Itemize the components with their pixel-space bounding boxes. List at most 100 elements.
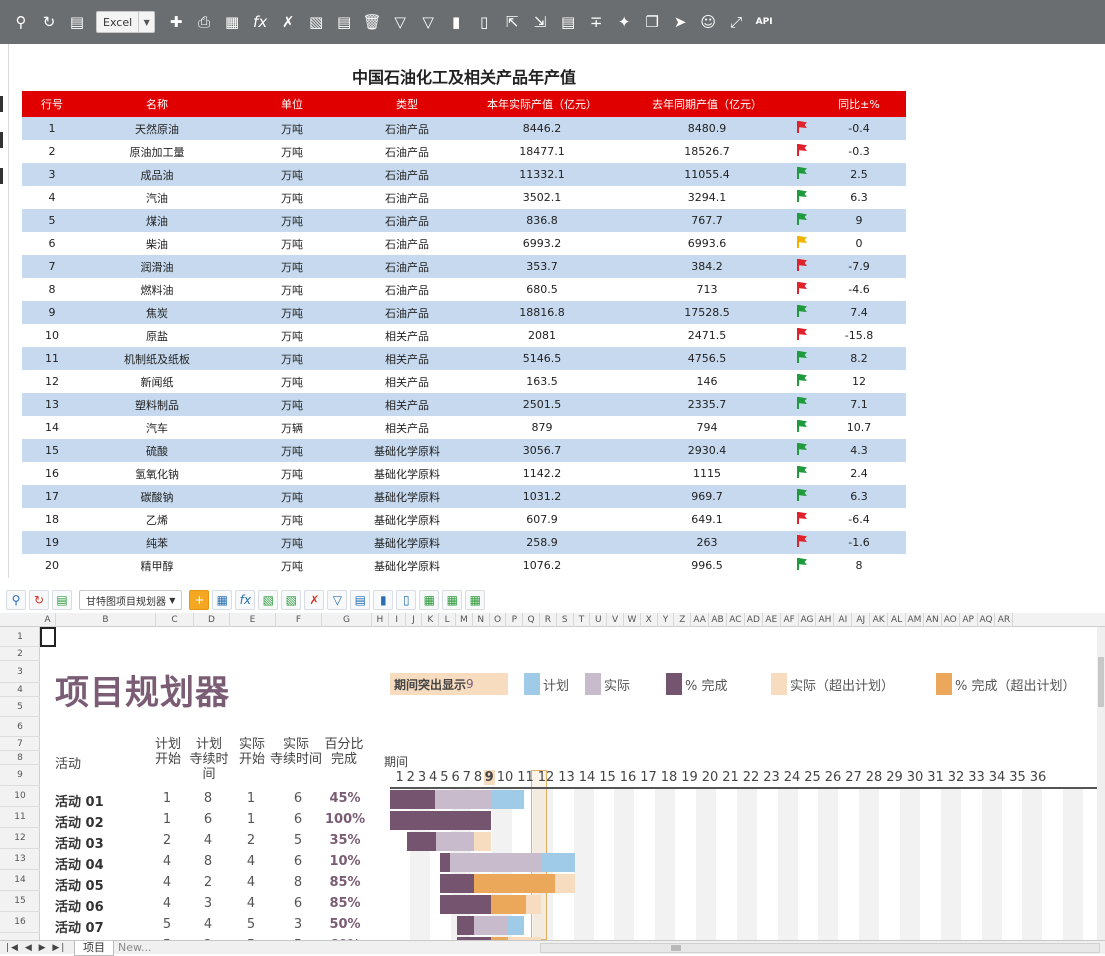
add-icon[interactable]: ✚ [163,9,189,35]
magic-icon[interactable]: ✦ [611,9,637,35]
column-header-R[interactable]: R [540,613,557,627]
vertical-scrollbar[interactable] [1097,627,1105,940]
save-icon[interactable]: ▤ [64,9,90,35]
copy-icon[interactable]: ❐ [639,9,665,35]
bar-chart-icon[interactable]: ▮ [373,590,394,610]
row-header-3[interactable]: 3 [0,661,40,683]
row-header-8[interactable]: 8 [0,751,40,765]
horizontal-scroll-thumb[interactable] [671,945,681,951]
vertical-scroll-thumb[interactable] [1098,657,1104,707]
save-icon[interactable]: ▤ [52,590,72,610]
report-icon[interactable]: ▤ [555,9,581,35]
refresh-icon[interactable]: ↻ [29,590,49,610]
page-setup-icon[interactable]: ▦ [212,590,233,610]
delete-icon[interactable]: 🗑 [359,9,385,35]
database-export-icon[interactable]: ▦ [442,590,463,610]
filter-advanced-icon[interactable]: ▽ [415,9,441,35]
fullscreen-icon[interactable]: ⤢ [723,9,749,35]
column-header-AO[interactable]: AO [942,613,960,627]
column-header-G[interactable]: G [322,613,372,627]
column-header-AF[interactable]: AF [781,613,799,627]
row-header-1[interactable]: 1 [0,627,40,647]
column-header-P[interactable]: P [506,613,524,627]
period-highlight-box[interactable]: 期间突出显示 9 [390,673,508,695]
column-header-AA[interactable]: AA [691,613,710,627]
column-header-F[interactable]: F [276,613,322,627]
column-header-AK[interactable]: AK [870,613,889,627]
bar-chart-icon[interactable]: ▮ [443,9,469,35]
search-icon[interactable]: ⚲ [8,9,34,35]
sheet-nav-arrows[interactable]: |◀ ◀ ▶ ▶| [6,941,66,955]
column-header-S[interactable]: S [557,613,574,627]
column-header-O[interactable]: O [490,613,507,627]
column-header-AQ[interactable]: AQ [978,613,996,627]
template-select[interactable]: 甘特图项目规划器 ▼ [79,590,183,610]
column-header-AN[interactable]: AN [924,613,942,627]
column-header-H[interactable]: H [372,613,389,627]
export-format-select[interactable]: Excel ▼ [96,11,156,33]
export-data-icon[interactable]: ▧ [281,590,302,610]
column-header-M[interactable]: M [456,613,473,627]
column-header-B[interactable]: B [56,613,156,627]
formula-icon[interactable]: fx [235,590,256,610]
column-header-AM[interactable]: AM [906,613,924,627]
search-icon[interactable]: ⚲ [6,590,26,610]
row-header-9[interactable]: 9 [0,765,40,786]
column-header-J[interactable]: J [406,613,423,627]
column-header-T[interactable]: T [574,613,591,627]
column-header-D[interactable]: D [194,613,230,627]
row-header-6[interactable]: 6 [0,717,40,737]
column-header-C[interactable]: C [156,613,194,627]
refresh-icon[interactable]: ↻ [36,9,62,35]
sheet-grid[interactable]: A B C D E F G H I J K L M N O P Q R S T U V W X Y Z AA AB AC AD AE AF AG… [0,613,1105,940]
selected-cell-a1[interactable] [40,627,56,647]
add-icon[interactable]: + [189,590,210,610]
column-header-AP[interactable]: AP [960,613,978,627]
column-header-AI[interactable]: AI [834,613,853,627]
filter-icon[interactable]: ▽ [327,590,348,610]
row-header-16[interactable]: 16 [0,912,40,933]
import-icon[interactable]: ⇲ [527,9,553,35]
database-import-icon[interactable]: ▦ [465,590,486,610]
page-setup-icon[interactable]: ▦ [219,9,245,35]
export-excel-icon[interactable]: ▧ [303,9,329,35]
row-header-13[interactable]: 13 [0,849,40,870]
api-icon[interactable]: API [751,9,777,35]
grouped-chart-icon[interactable]: ▯ [396,590,417,610]
column-header-AL[interactable]: AL [888,613,906,627]
column-header-AE[interactable]: AE [763,613,781,627]
column-header-AH[interactable]: AH [817,613,835,627]
formula-icon[interactable]: fx [247,9,273,35]
export-excel-icon[interactable]: ▧ [258,590,279,610]
formula-off-icon[interactable]: ✗ [275,9,301,35]
row-header-7[interactable]: 7 [0,737,40,751]
send-icon[interactable]: ➤ [667,9,693,35]
column-header-AJ[interactable]: AJ [852,613,871,627]
row-header-14[interactable]: 14 [0,870,40,891]
column-header-Q[interactable]: Q [523,613,540,627]
share-icon[interactable]: ∓ [583,9,609,35]
print-icon[interactable]: ⎙ [191,9,217,35]
row-header-2[interactable]: 2 [0,647,40,661]
row-header-15[interactable]: 15 [0,891,40,912]
column-header-V[interactable]: V [607,613,624,627]
formula-off-icon[interactable]: ✗ [304,590,325,610]
column-header-Y[interactable]: Y [658,613,675,627]
column-header-AR[interactable]: AR [996,613,1014,627]
column-header-N[interactable]: N [473,613,490,627]
row-header-10[interactable]: 10 [0,786,40,807]
column-header-AC[interactable]: AC [727,613,745,627]
column-header-I[interactable]: I [389,613,406,627]
column-header-L[interactable]: L [439,613,456,627]
filter-icon[interactable]: ▽ [387,9,413,35]
database-icon[interactable]: ▦ [419,590,440,610]
column-header-AB[interactable]: AB [709,613,727,627]
column-header-Z[interactable]: Z [674,613,692,627]
export-icon[interactable]: ⇱ [499,9,525,35]
grouped-chart-icon[interactable]: ▯ [471,9,497,35]
column-header-AG[interactable]: AG [799,613,817,627]
tab-new[interactable]: New... [110,941,159,955]
column-header-K[interactable]: K [422,613,440,627]
column-header-A[interactable]: A [40,613,56,627]
column-header-AD[interactable]: AD [745,613,763,627]
